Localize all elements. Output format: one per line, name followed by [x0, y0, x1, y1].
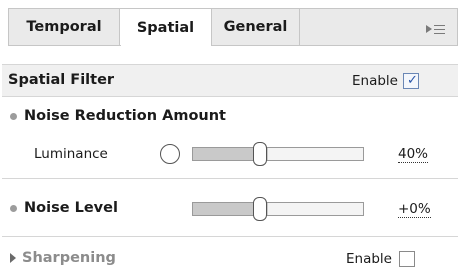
noise-level-slider-thumb[interactable] [253, 197, 267, 221]
spatial-filter-enable-checkbox[interactable]: ✓ [403, 73, 419, 89]
noise-level-title: Noise Level [24, 200, 118, 216]
divider [2, 236, 458, 237]
luminance-radio[interactable] [160, 144, 180, 164]
tab-spatial[interactable]: Spatial [120, 8, 212, 46]
tab-underline-gap [121, 44, 211, 47]
spatial-filter-panel: Temporal Spatial General Spatial Filter … [0, 0, 460, 278]
tab-bar: Temporal Spatial General [0, 0, 460, 50]
panel-menu-icon[interactable] [426, 22, 452, 36]
noise-level-slider-remaining [268, 203, 363, 215]
spatial-filter-header: Spatial Filter Enable ✓ [2, 64, 458, 97]
sharpening-enable-label: Enable [346, 251, 392, 267]
luminance-slider-track[interactable] [192, 147, 364, 161]
disclosure-triangle-icon [10, 253, 16, 263]
sharpening-toggle[interactable]: Sharpening [10, 250, 116, 266]
noise-level-title-row: Noise Level [10, 200, 118, 216]
spatial-filter-title: Spatial Filter [8, 72, 115, 88]
sharpening-enable-checkbox[interactable] [399, 251, 415, 267]
sharpening-row: Sharpening Enable [2, 242, 458, 276]
menu-lines-icon [434, 24, 445, 34]
luminance-value[interactable]: 40% [398, 146, 429, 163]
divider [2, 178, 458, 179]
tab-general[interactable]: General [212, 8, 300, 45]
luminance-slider-remaining [268, 148, 363, 160]
noise-reduction-title-row: Noise Reduction Amount [10, 108, 226, 124]
luminance-label: Luminance [34, 146, 108, 162]
checkmark-icon: ✓ [407, 73, 418, 88]
sharpening-title: Sharpening [22, 250, 116, 266]
noise-level-value[interactable]: +0% [398, 201, 431, 218]
flyout-arrow-icon [426, 25, 432, 33]
tab-underline [8, 45, 458, 46]
tab-temporal[interactable]: Temporal [8, 8, 120, 45]
bullet-icon [10, 112, 17, 120]
bullet-icon [10, 204, 17, 212]
noise-level-slider-track[interactable] [192, 202, 364, 216]
luminance-slider-thumb[interactable] [253, 142, 267, 166]
noise-reduction-title: Noise Reduction Amount [24, 108, 226, 124]
spatial-filter-enable-label: Enable [352, 73, 398, 89]
